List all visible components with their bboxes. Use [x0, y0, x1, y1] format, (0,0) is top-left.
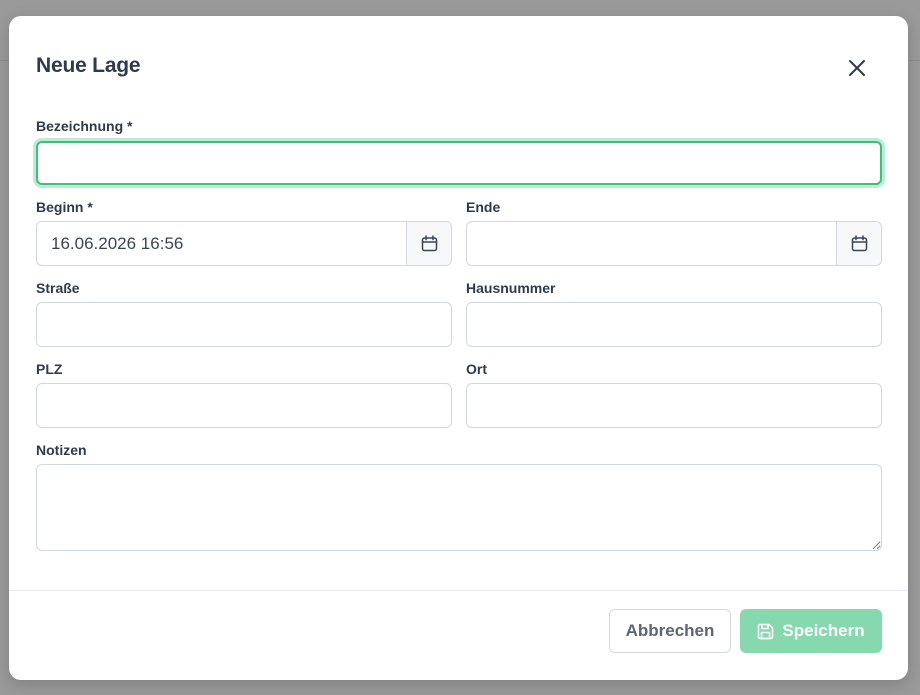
new-situation-dialog: Neue Lage Bezeichnung * Beginn * 16.06.2… — [9, 16, 908, 680]
ende-label: Ende — [466, 199, 501, 215]
ende-calendar-button[interactable] — [836, 222, 881, 265]
save-button[interactable]: Speichern — [740, 609, 882, 653]
dialog-title: Neue Lage — [36, 54, 141, 77]
strasse-input[interactable] — [36, 302, 452, 347]
footer-divider — [9, 590, 908, 591]
ort-label: Ort — [466, 361, 487, 377]
save-button-label: Speichern — [782, 621, 865, 640]
close-icon — [849, 60, 865, 76]
beginn-date-field[interactable]: 16.06.2026 16:56 — [36, 221, 452, 266]
beginn-label: Beginn * — [36, 199, 93, 215]
notizen-textarea[interactable] — [36, 464, 882, 551]
hausnummer-label: Hausnummer — [466, 280, 556, 296]
ort-input[interactable] — [466, 383, 882, 428]
calendar-icon — [421, 235, 437, 252]
cancel-button[interactable]: Abbrechen — [609, 609, 731, 653]
bezeichnung-label: Bezeichnung * — [36, 118, 133, 134]
save-icon — [758, 623, 774, 639]
beginn-value[interactable]: 16.06.2026 16:56 — [51, 222, 183, 265]
hausnummer-input[interactable] — [466, 302, 882, 347]
bezeichnung-input[interactable] — [36, 141, 882, 185]
strasse-label: Straße — [36, 280, 80, 296]
calendar-icon — [851, 235, 867, 252]
plz-input[interactable] — [36, 383, 452, 428]
beginn-calendar-button[interactable] — [406, 222, 451, 265]
ende-date-field[interactable] — [466, 221, 882, 266]
cancel-button-label: Abbrechen — [625, 621, 715, 640]
close-button[interactable] — [843, 54, 871, 82]
notizen-label: Notizen — [36, 442, 87, 458]
plz-label: PLZ — [36, 361, 63, 377]
